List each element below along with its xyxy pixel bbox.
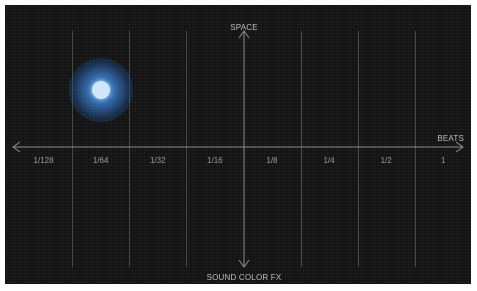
touch-point-core [91, 81, 110, 99]
beat-tick-label[interactable]: 1/2 [381, 156, 392, 165]
beat-tick-label[interactable]: 1/4 [323, 156, 334, 165]
pad-grid [12, 30, 464, 268]
space-axis-label: SPACE [230, 23, 258, 32]
beat-tick-label[interactable]: 1/64 [93, 156, 109, 165]
beat-tick-label[interactable]: 1 [441, 156, 445, 165]
beat-tick-label[interactable]: 1/16 [207, 156, 223, 165]
beat-tick-label[interactable]: 1/32 [150, 156, 166, 165]
beat-tick-label[interactable]: 1/128 [34, 156, 54, 165]
touch-pad-screen: SPACE SOUND COLOR FX BEATS 1/128 1/64 1/32… [0, 0, 477, 291]
beats-axis-label: BEATS [437, 134, 464, 143]
xy-touch-pad[interactable]: SPACE SOUND COLOR FX BEATS 1/128 1/64 1/32… [5, 5, 471, 284]
touch-point-indicator[interactable] [68, 58, 133, 122]
beat-tick-label[interactable]: 1/8 [266, 156, 277, 165]
sound-color-fx-axis-label: SOUND COLOR FX [206, 273, 282, 282]
